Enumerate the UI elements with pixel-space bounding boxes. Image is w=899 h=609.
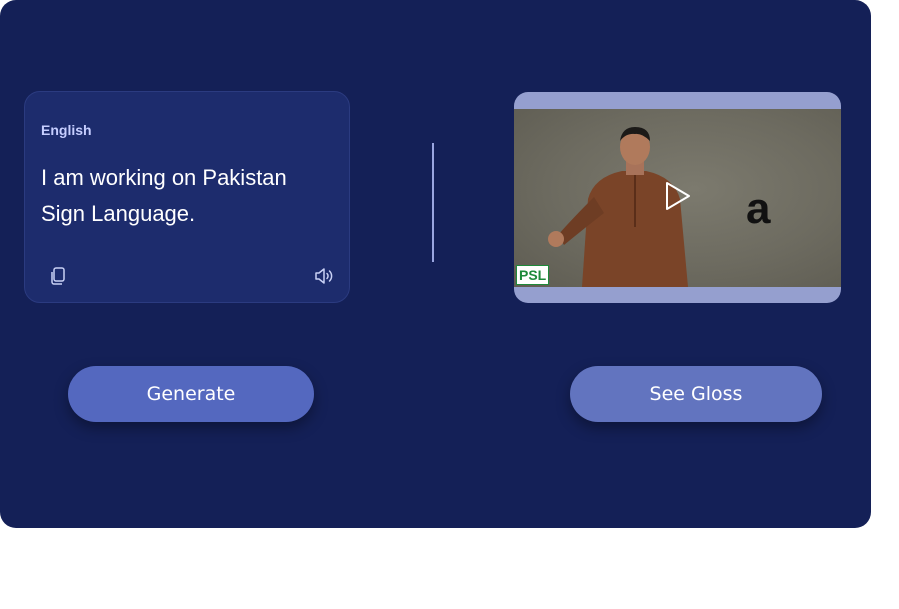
speaker-icon[interactable] <box>312 264 336 288</box>
source-language-label: English <box>41 122 92 138</box>
divider <box>432 143 434 262</box>
sign-video-player[interactable]: a PSL <box>514 92 841 303</box>
generate-button[interactable]: Generate <box>68 366 314 422</box>
copy-icon[interactable] <box>47 264 71 288</box>
input-text[interactable]: I am working on Pakistan Sign Language. <box>41 160 331 232</box>
video-frame: a PSL <box>514 109 841 287</box>
text-input-card: English I am working on Pakistan Sign La… <box>24 91 350 303</box>
see-gloss-button[interactable]: See Gloss <box>570 366 822 422</box>
video-letter: a <box>746 184 771 233</box>
psl-logo: PSL <box>516 265 550 285</box>
play-icon[interactable] <box>664 180 692 212</box>
translator-panel: English I am working on Pakistan Sign La… <box>0 0 871 528</box>
